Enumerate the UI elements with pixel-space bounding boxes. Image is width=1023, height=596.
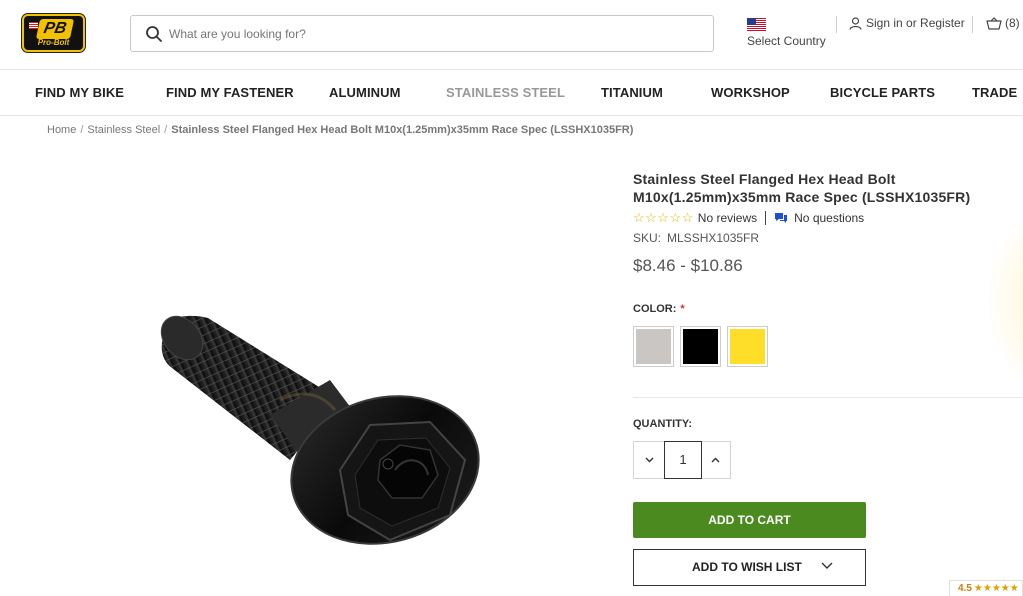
nav-titanium[interactable]: TITANIUM (601, 86, 663, 100)
add-to-wish-list-button[interactable]: ADD TO WISH LIST (633, 549, 866, 586)
sku-value: MLSSHX1035FR (667, 231, 760, 245)
breadcrumb-current: Stainless Steel Flanged Hex Head Bolt M1… (171, 124, 634, 136)
product-image[interactable] (130, 280, 530, 596)
questions-link[interactable]: No questions (794, 211, 864, 225)
quantity-decrease-button[interactable] (634, 442, 664, 478)
header-divider (836, 16, 837, 33)
product-title-line2: M10x(1.25mm)x35mm Race Spec (LSSHX1035FR… (633, 189, 971, 205)
nav-aluminum[interactable]: ALUMINUM (329, 86, 401, 100)
nav-find-my-fastener[interactable]: FIND MY FASTENER (166, 86, 294, 100)
us-flag-icon (747, 18, 766, 31)
nav-workshop[interactable]: WORKSHOP (711, 86, 790, 100)
search-input[interactable] (169, 24, 689, 44)
search-icon[interactable] (145, 25, 163, 43)
country-label: Select Country (747, 34, 826, 48)
wish-list-label: ADD TO WISH LIST (692, 560, 802, 574)
breadcrumb-home[interactable]: Home (47, 124, 76, 136)
chevron-down-icon (645, 457, 653, 463)
chevron-down-icon (821, 562, 833, 569)
user-icon (849, 16, 862, 30)
add-to-cart-button[interactable]: ADD TO CART (633, 502, 866, 538)
breadcrumb-stainless-steel[interactable]: Stainless Steel (87, 124, 160, 136)
quantity-stepper: 1 (633, 441, 731, 479)
basket-icon (986, 16, 1002, 30)
reviews-link[interactable]: No reviews (698, 211, 757, 225)
product-sku: SKU: MLSSHX1035FR (633, 231, 759, 245)
decorative-glow (985, 200, 1023, 400)
product-ratings: ☆☆☆☆☆ No reviews No questions (633, 210, 864, 226)
main-nav: FIND MY BIKE FIND MY FASTENER ALUMINUM S… (0, 70, 1023, 116)
nav-trade[interactable]: TRADE (972, 86, 1017, 100)
rating-badge-stars: ★★★★★ (973, 583, 1019, 594)
color-swatch-yellow[interactable] (727, 326, 768, 367)
nav-stainless-steel[interactable]: STAINLESS STEEL (446, 86, 565, 100)
cart-count: (8) (1005, 16, 1020, 30)
header-divider (972, 16, 973, 33)
country-selector[interactable]: Select Country (747, 18, 827, 48)
breadcrumb: Home / Stainless Steel / Stainless Steel Fla… (47, 124, 634, 136)
color-label: COLOR: * (633, 303, 685, 315)
quantity-increase-button[interactable] (700, 442, 730, 478)
ratings-divider (765, 211, 767, 225)
color-swatch-black[interactable] (680, 326, 721, 367)
product-title-line1: Stainless Steel Flanged Hex Head Bolt (633, 171, 896, 187)
sign-in-link[interactable]: Sign in or Register (849, 16, 965, 30)
rating-stars[interactable]: ☆☆☆☆☆ (633, 210, 694, 226)
search-box[interactable] (130, 15, 714, 52)
rating-badge[interactable]: 4.5 ★★★★★ (949, 580, 1023, 596)
sku-label: SKU: (633, 231, 662, 245)
cart-link[interactable]: (8) (986, 16, 1020, 30)
quantity-label: QUANTITY: (633, 418, 693, 430)
sign-in-label: Sign in or Register (866, 16, 965, 30)
questions-icon (775, 213, 788, 223)
nav-find-my-bike[interactable]: FIND MY BIKE (35, 86, 124, 100)
logo-subtitle: Pro-Bolt (37, 38, 70, 47)
color-swatch-silver[interactable] (633, 326, 674, 367)
rating-score: 4.5 (958, 583, 972, 594)
section-divider (633, 397, 1023, 398)
required-mark: * (680, 303, 685, 315)
chevron-up-icon (711, 457, 719, 463)
logo-mark: PB (35, 19, 75, 39)
site-header: PB Pro-Bolt Select Country Sign in or Re… (0, 0, 1023, 70)
us-flag-icon (29, 22, 38, 29)
nav-bicycle-parts[interactable]: BICYCLE PARTS (830, 86, 935, 100)
quantity-input[interactable]: 1 (664, 441, 702, 479)
product-price: $8.46 - $10.86 (633, 256, 743, 275)
pro-bolt-logo[interactable]: PB Pro-Bolt (22, 14, 85, 52)
product-title-block: Stainless Steel Flanged Hex Head Bolt M1… (633, 170, 1003, 206)
